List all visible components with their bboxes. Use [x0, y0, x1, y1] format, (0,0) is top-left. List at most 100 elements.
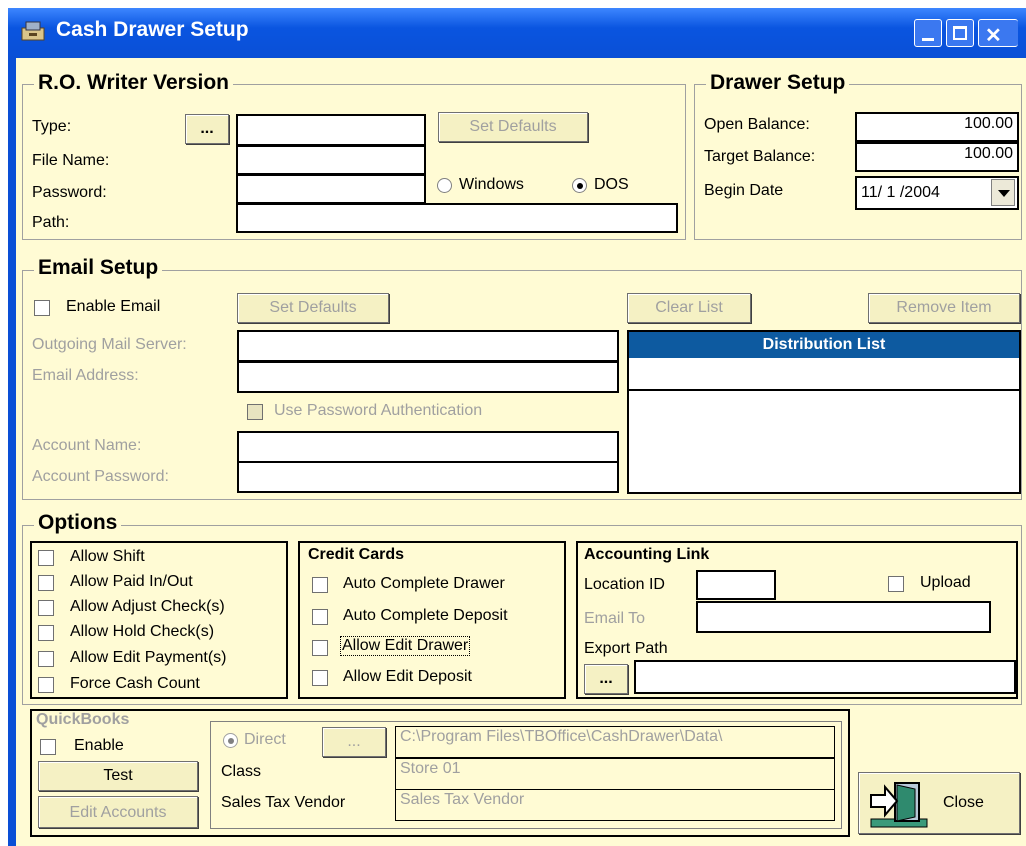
credit-cards-title: Credit Cards	[308, 546, 405, 563]
clear-list-button[interactable]: Clear List	[627, 293, 751, 323]
export-path-browse-button[interactable]: ...	[584, 664, 628, 694]
type-label: Type:	[32, 118, 72, 135]
file-name-label: File Name:	[32, 152, 110, 169]
allow-paid-in-out-label[interactable]: Allow Paid In/Out	[70, 573, 193, 591]
dos-radio[interactable]	[572, 178, 587, 193]
email-to-label: Email To	[584, 610, 646, 627]
allow-edit-deposit-checkbox[interactable]	[312, 670, 328, 686]
edit-accounts-button[interactable]: Edit Accounts	[38, 796, 198, 828]
close-window-button[interactable]: ✕	[978, 19, 1018, 47]
minimize-icon	[922, 38, 934, 41]
quickbooks-enable-label[interactable]: Enable	[74, 737, 124, 755]
allow-edit-deposit-label[interactable]: Allow Edit Deposit	[343, 668, 472, 686]
auto-complete-deposit-checkbox[interactable]	[312, 609, 328, 625]
path-label: Path:	[32, 214, 70, 231]
password-label: Password:	[32, 184, 107, 201]
ro-set-defaults-button[interactable]: Set Defaults	[438, 112, 588, 142]
email-to-field[interactable]	[696, 601, 991, 633]
open-balance-field[interactable]: 100.00	[855, 112, 1019, 142]
export-path-field[interactable]	[634, 660, 1016, 694]
class-label: Class	[221, 763, 262, 780]
close-button-label[interactable]: Close	[943, 789, 984, 817]
minimize-button[interactable]	[914, 19, 942, 47]
enable-email-label[interactable]: Enable Email	[66, 298, 160, 316]
email-setup-legend: Email Setup	[34, 256, 163, 280]
allow-adjust-checks-checkbox[interactable]	[38, 600, 54, 616]
accounting-link-title: Accounting Link	[584, 546, 710, 563]
path-field[interactable]	[236, 203, 678, 233]
upload-label[interactable]: Upload	[920, 574, 971, 592]
account-name-label: Account Name:	[32, 437, 142, 454]
quickbooks-enable-checkbox[interactable]	[40, 739, 56, 755]
account-name-field[interactable]	[237, 431, 619, 463]
class-field[interactable]: Store 01	[395, 758, 835, 790]
maximize-button[interactable]	[946, 19, 974, 47]
auto-complete-drawer-checkbox[interactable]	[312, 577, 328, 593]
target-balance-label: Target Balance:	[704, 148, 816, 165]
chevron-down-icon	[998, 190, 1010, 197]
export-path-label: Export Path	[584, 640, 668, 657]
cash-drawer-app-icon	[20, 20, 48, 42]
date-dropdown-button[interactable]	[991, 179, 1015, 206]
use-password-auth-label[interactable]: Use Password Authentication	[274, 402, 482, 420]
remove-item-button[interactable]: Remove Item	[868, 293, 1020, 323]
quickbooks-title: QuickBooks	[36, 711, 130, 728]
windows-radio-label[interactable]: Windows	[459, 176, 524, 194]
ro-writer-legend: R.O. Writer Version	[34, 71, 233, 95]
quickbooks-test-button[interactable]: Test	[38, 761, 198, 791]
account-password-field[interactable]	[237, 461, 619, 493]
type-field[interactable]	[236, 114, 426, 146]
direct-radio-label[interactable]: Direct	[244, 731, 286, 749]
sales-tax-vendor-label: Sales Tax Vendor	[221, 794, 346, 811]
email-address-field[interactable]	[237, 361, 619, 393]
dos-radio-label[interactable]: DOS	[594, 176, 629, 194]
options-legend: Options	[34, 511, 122, 535]
password-field[interactable]	[236, 174, 426, 204]
open-balance-label: Open Balance:	[704, 116, 810, 133]
allow-paid-in-out-checkbox[interactable]	[38, 575, 54, 591]
target-balance-field[interactable]: 100.00	[855, 142, 1019, 172]
drawer-setup-legend: Drawer Setup	[706, 71, 850, 95]
sales-tax-vendor-field[interactable]: Sales Tax Vendor	[395, 789, 835, 821]
email-set-defaults-button[interactable]: Set Defaults	[237, 293, 389, 323]
location-id-field[interactable]	[696, 570, 776, 600]
allow-edit-drawer-checkbox[interactable]	[312, 640, 328, 656]
close-icon: ✕	[985, 25, 1002, 47]
direct-radio[interactable]	[223, 733, 238, 748]
exit-door-icon	[867, 777, 931, 829]
outgoing-server-label: Outgoing Mail Server:	[32, 336, 187, 353]
force-cash-count-checkbox[interactable]	[38, 677, 54, 693]
account-password-label: Account Password:	[32, 468, 169, 485]
auto-complete-deposit-label[interactable]: Auto Complete Deposit	[343, 607, 508, 625]
allow-edit-payments-label[interactable]: Allow Edit Payment(s)	[70, 649, 227, 667]
window-title: Cash Drawer Setup	[56, 18, 249, 41]
type-browse-button[interactable]: ...	[185, 114, 229, 144]
distribution-list-divider	[629, 389, 1019, 391]
upload-checkbox[interactable]	[888, 576, 904, 592]
quickbooks-browse-button[interactable]: ...	[322, 727, 386, 757]
radio-selected-dot	[577, 183, 583, 189]
email-address-label: Email Address:	[32, 367, 139, 384]
begin-date-label: Begin Date	[704, 182, 784, 199]
outgoing-server-field[interactable]	[237, 330, 619, 362]
auto-complete-drawer-label[interactable]: Auto Complete Drawer	[343, 575, 505, 593]
quickbooks-path-field[interactable]: C:\Program Files\TBOffice\CashDrawer\Dat…	[395, 726, 835, 758]
begin-date-value: 11/ 1 /2004	[861, 184, 940, 201]
allow-edit-payments-checkbox[interactable]	[38, 651, 54, 667]
allow-hold-checks-label[interactable]: Allow Hold Check(s)	[70, 623, 214, 641]
allow-edit-drawer-label[interactable]: Allow Edit Drawer	[339, 636, 471, 656]
close-button[interactable]: Close	[858, 772, 1020, 834]
maximize-icon	[953, 26, 967, 40]
allow-shift-label[interactable]: Allow Shift	[70, 548, 145, 566]
allow-adjust-checks-label[interactable]: Allow Adjust Check(s)	[70, 598, 225, 616]
use-password-auth-checkbox[interactable]	[247, 404, 263, 420]
distribution-list-header[interactable]: Distribution List	[629, 332, 1019, 358]
allow-shift-checkbox[interactable]	[38, 550, 54, 566]
windows-radio[interactable]	[437, 178, 452, 193]
allow-hold-checks-checkbox[interactable]	[38, 625, 54, 641]
file-name-field[interactable]	[236, 145, 426, 175]
location-id-label: Location ID	[584, 576, 665, 593]
radio-selected-dot	[228, 738, 234, 744]
force-cash-count-label[interactable]: Force Cash Count	[70, 675, 200, 693]
enable-email-checkbox[interactable]	[34, 300, 50, 316]
